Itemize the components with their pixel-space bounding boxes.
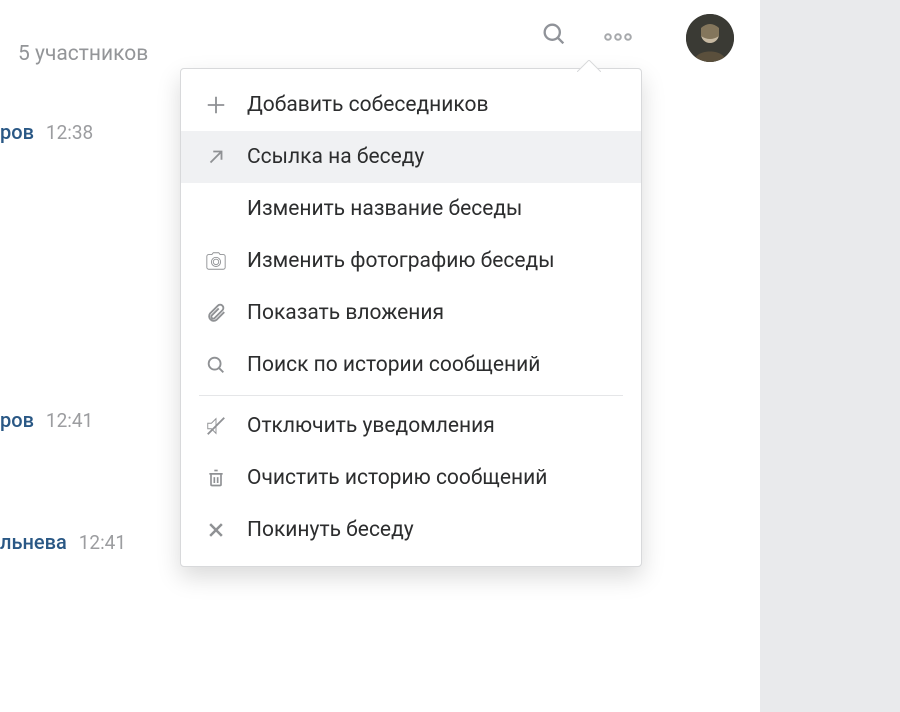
participants-count: 5 участников — [18, 42, 148, 66]
menu-separator — [199, 395, 623, 396]
menu-item-label: Ссылка на беседу — [247, 145, 424, 169]
message-time: 12:38 — [46, 121, 93, 144]
menu-item-change-photo[interactable]: Изменить фотографию беседы — [181, 235, 641, 287]
chat-avatar[interactable] — [686, 14, 734, 62]
menu-item-label: Изменить название беседы — [247, 197, 522, 221]
message-header: льнева 12:41 — [0, 530, 126, 554]
sender-name-fragment: ров — [0, 408, 34, 432]
menu-item-add-participants[interactable]: Добавить собеседников — [181, 79, 641, 131]
trash-icon — [203, 465, 229, 491]
menu-item-label: Покинуть беседу — [247, 518, 414, 542]
more-horizontal-icon — [603, 27, 633, 46]
sender-name-fragment: льнева — [0, 530, 67, 554]
pencil-icon — [203, 196, 229, 222]
menu-item-mute-notifications[interactable]: Отключить уведомления — [181, 400, 641, 452]
message-time: 12:41 — [46, 409, 93, 432]
menu-item-show-attachments[interactable]: Показать вложения — [181, 287, 641, 339]
message-header: ров 12:38 — [0, 120, 93, 144]
menu-item-chat-link[interactable]: Ссылка на беседу — [181, 131, 641, 183]
camera-icon — [203, 248, 229, 274]
message-header: ров 12:41 — [0, 408, 93, 432]
sender-name-fragment: ров — [0, 120, 34, 144]
menu-item-label: Добавить собеседников — [247, 93, 489, 117]
dropdown-arrow — [577, 57, 601, 69]
menu-item-label: Показать вложения — [247, 301, 444, 325]
search-icon — [203, 352, 229, 378]
arrow-up-right-icon — [203, 144, 229, 170]
header-search-button[interactable] — [538, 20, 570, 52]
menu-item-label: Изменить фотографию беседы — [247, 249, 555, 273]
menu-item-rename-chat[interactable]: Изменить название беседы — [181, 183, 641, 235]
side-panel — [760, 0, 900, 712]
menu-item-label: Отключить уведомления — [247, 414, 495, 438]
paperclip-icon — [203, 300, 229, 326]
menu-item-leave-chat[interactable]: Покинуть беседу — [181, 504, 641, 556]
mute-icon — [203, 413, 229, 439]
message-time: 12:41 — [79, 531, 126, 554]
header-more-button[interactable] — [598, 20, 638, 52]
menu-item-clear-history[interactable]: Очистить историю сообщений — [181, 452, 641, 504]
chat-area: 5 участников — [0, 0, 760, 712]
chat-actions-dropdown: Добавить собеседников Ссылка на беседу И… — [180, 68, 642, 567]
close-icon — [203, 517, 229, 543]
menu-item-label: Очистить историю сообщений — [247, 466, 547, 490]
menu-item-search-history[interactable]: Поиск по истории сообщений — [181, 339, 641, 391]
search-icon — [540, 20, 568, 52]
menu-item-label: Поиск по истории сообщений — [247, 353, 540, 377]
plus-icon — [203, 92, 229, 118]
